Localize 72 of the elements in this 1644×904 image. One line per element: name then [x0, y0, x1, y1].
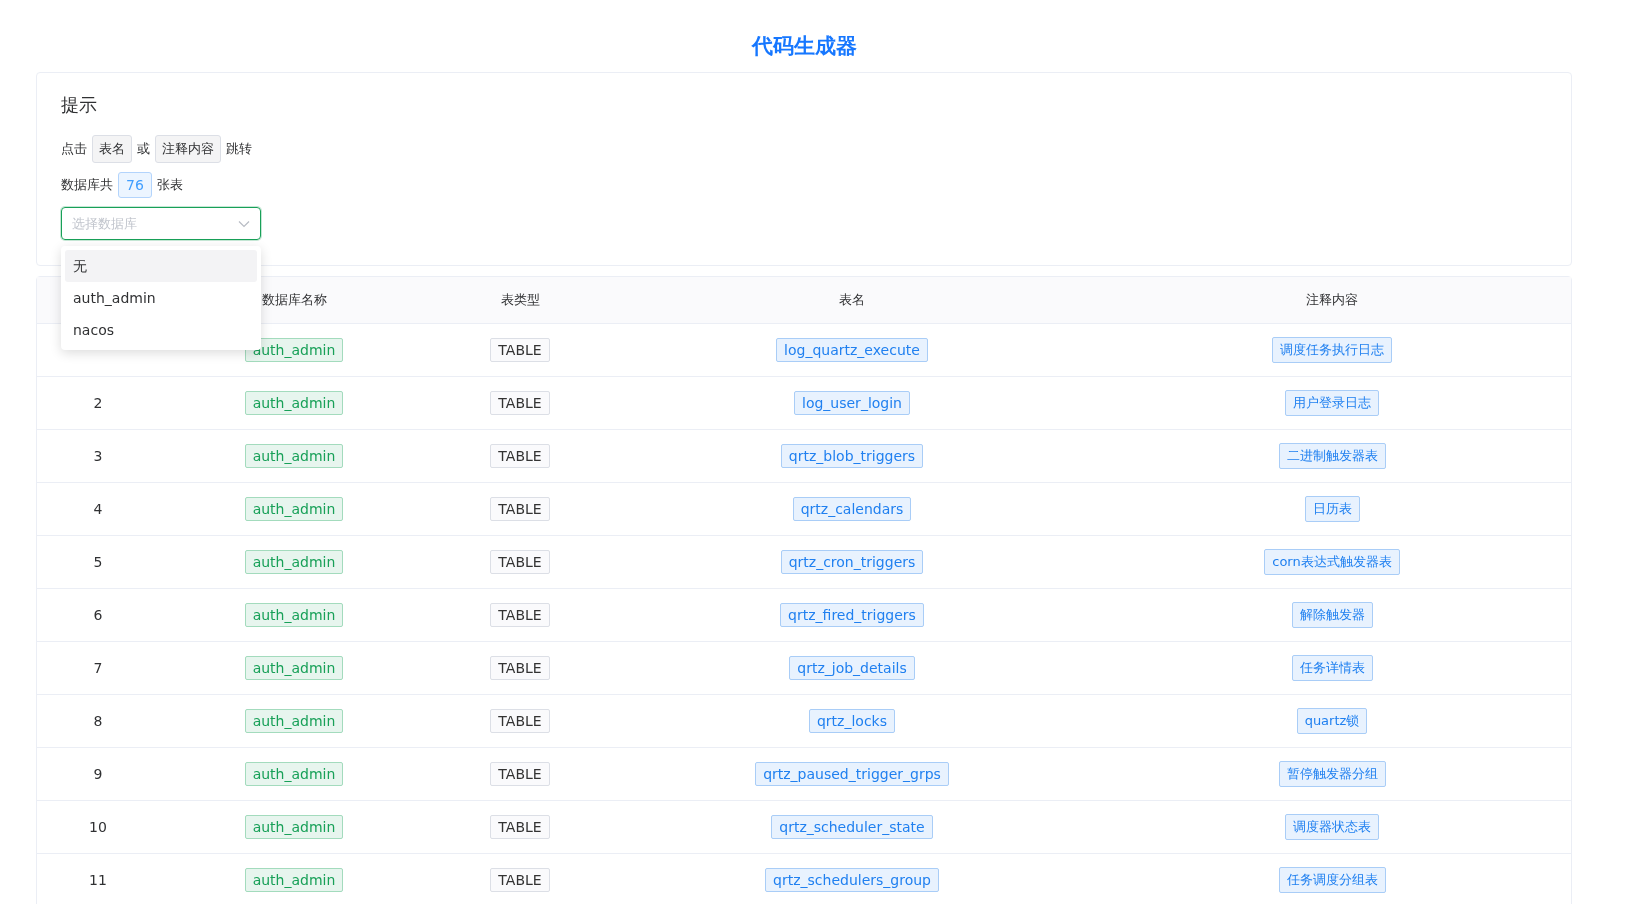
chevron-down-icon	[238, 219, 250, 228]
table-type-tag: TABLE	[490, 868, 550, 892]
table-name-link[interactable]: qrtz_job_details	[789, 656, 915, 680]
tip-text: 张表	[156, 176, 183, 194]
row-number: 11	[89, 872, 107, 888]
table-type-tag: TABLE	[490, 815, 550, 839]
page-title: 代码生成器	[750, 33, 858, 60]
table-name-link[interactable]: qrtz_paused_trigger_grps	[755, 762, 949, 786]
database-tag: auth_admin	[244, 391, 344, 415]
table-type-tag: TABLE	[490, 762, 550, 786]
row-number: 4	[93, 501, 103, 517]
row-number: 10	[89, 819, 107, 835]
table-comment-link[interactable]: 二进制触发器表	[1278, 443, 1386, 469]
database-tag: auth_admin	[244, 656, 344, 680]
table-name-link[interactable]: log_user_login	[794, 391, 910, 415]
database-tag: auth_admin	[244, 603, 344, 627]
database-select[interactable]: 选择数据库	[61, 207, 261, 240]
table-comment-link[interactable]: 用户登录日志	[1285, 390, 1379, 416]
row-number: 8	[93, 713, 103, 729]
row-number: 3	[93, 448, 103, 464]
table-type-tag: TABLE	[490, 497, 550, 521]
tip-text: 或	[137, 140, 150, 158]
database-tag: auth_admin	[244, 497, 344, 521]
row-number: 2	[93, 395, 103, 411]
table-comment-link[interactable]: 解除触发器	[1291, 602, 1373, 628]
table-comment-link[interactable]: corn表达式触发器表	[1264, 549, 1400, 575]
table-name-link[interactable]: qrtz_blob_triggers	[780, 444, 924, 468]
table-name-link[interactable]: qrtz_schedulers_group	[765, 868, 939, 892]
dropdown-option[interactable]: 无	[65, 250, 257, 282]
table-comment-link[interactable]: 任务详情表	[1291, 655, 1373, 681]
table-name-link[interactable]: qrtz_calendars	[792, 497, 912, 521]
table-count: 76	[118, 172, 152, 198]
database-tag: auth_admin	[244, 550, 344, 574]
row-number: 6	[93, 607, 103, 623]
table-type-tag: TABLE	[490, 338, 550, 362]
column-header: 表类型	[500, 291, 540, 309]
tip-text: 点击	[61, 140, 87, 158]
table-type-tag: TABLE	[490, 709, 550, 733]
database-tag: auth_admin	[244, 338, 344, 362]
tip-text: 数据库共	[61, 176, 113, 194]
table-comment-link[interactable]: 调度任务执行日志	[1272, 337, 1392, 363]
column-header: 注释内容	[1306, 291, 1358, 309]
table-name-link[interactable]: qrtz_scheduler_state	[771, 815, 933, 839]
database-tag: auth_admin	[244, 815, 344, 839]
tip-tag: 注释内容	[155, 135, 221, 163]
tips-heading: 提示	[61, 93, 98, 117]
row-number: 7	[93, 660, 103, 676]
database-tag: auth_admin	[244, 444, 344, 468]
table-comment-link[interactable]: 任务调度分组表	[1278, 867, 1386, 893]
table-type-tag: TABLE	[490, 656, 550, 680]
table-type-tag: TABLE	[490, 391, 550, 415]
table-name-link[interactable]: qrtz_fired_triggers	[780, 603, 924, 627]
table-comment-link[interactable]: quartz锁	[1296, 708, 1368, 734]
tip-tag: 表名	[92, 135, 132, 163]
database-tag: auth_admin	[244, 762, 344, 786]
table-type-tag: TABLE	[490, 444, 550, 468]
table-name-link[interactable]: qrtz_locks	[808, 709, 895, 733]
database-tag: auth_admin	[244, 709, 344, 733]
row-number: 9	[93, 766, 103, 782]
tip-text: 跳转	[226, 140, 252, 158]
table-comment-link[interactable]: 日历表	[1304, 496, 1360, 522]
table-name-link[interactable]: log_quartz_execute	[776, 338, 928, 362]
dropdown-option[interactable]: auth_admin	[65, 282, 257, 314]
database-tag: auth_admin	[244, 868, 344, 892]
table-type-tag: TABLE	[490, 550, 550, 574]
column-header: 数据库名称	[261, 291, 327, 309]
table-comment-link[interactable]: 调度器状态表	[1285, 814, 1379, 840]
table-name-link[interactable]: qrtz_cron_triggers	[780, 550, 924, 574]
column-header: 表名	[839, 291, 865, 309]
row-number: 5	[93, 554, 103, 570]
table-type-tag: TABLE	[490, 603, 550, 627]
table-comment-link[interactable]: 暂停触发器分组	[1278, 761, 1386, 787]
